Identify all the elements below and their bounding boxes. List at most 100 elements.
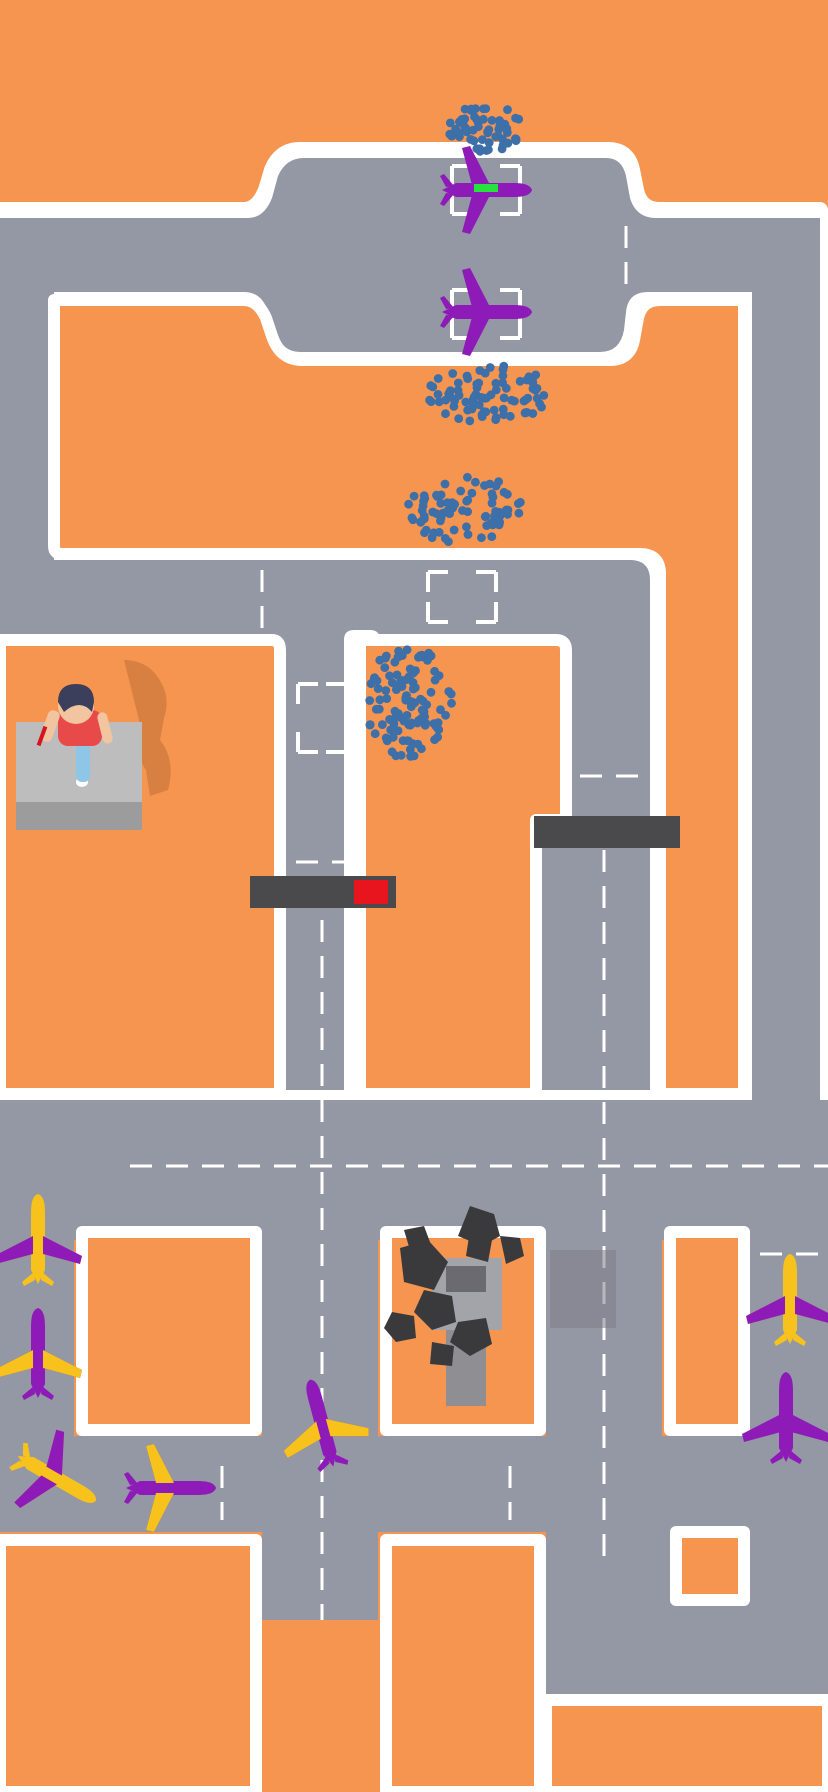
passenger bbox=[380, 663, 390, 672]
passenger bbox=[449, 525, 459, 535]
gate-left-red-light bbox=[354, 880, 388, 904]
passenger bbox=[477, 412, 487, 421]
passenger bbox=[371, 704, 381, 714]
passenger bbox=[414, 652, 423, 662]
passenger bbox=[420, 494, 430, 503]
passenger bbox=[433, 390, 443, 399]
passenger bbox=[373, 684, 383, 693]
passenger bbox=[446, 689, 456, 699]
passenger bbox=[441, 395, 450, 405]
passenger bbox=[433, 374, 443, 383]
passenger bbox=[385, 715, 394, 724]
passenger bbox=[434, 527, 444, 537]
passenger bbox=[484, 125, 494, 135]
passenger bbox=[404, 736, 413, 746]
passenger bbox=[454, 414, 464, 423]
passenger bbox=[469, 136, 479, 146]
passenger bbox=[474, 378, 484, 388]
passenger bbox=[426, 651, 436, 661]
passenger bbox=[463, 530, 473, 539]
passenger bbox=[426, 687, 436, 697]
passenger bbox=[484, 145, 493, 155]
passenger bbox=[455, 128, 465, 138]
passenger bbox=[495, 116, 504, 125]
passenger bbox=[487, 489, 497, 499]
passenger bbox=[408, 684, 418, 694]
passenger bbox=[413, 739, 423, 749]
passenger bbox=[503, 105, 512, 114]
passenger bbox=[442, 498, 452, 508]
passenger bbox=[434, 725, 444, 735]
passenger bbox=[375, 655, 385, 665]
passenger bbox=[385, 671, 394, 681]
passenger bbox=[416, 517, 426, 527]
passenger bbox=[453, 386, 463, 395]
passenger bbox=[487, 532, 497, 541]
passenger bbox=[434, 671, 444, 680]
passenger bbox=[409, 491, 419, 501]
passenger bbox=[425, 395, 434, 405]
passenger bbox=[495, 518, 505, 527]
passenger bbox=[480, 481, 489, 490]
passenger bbox=[390, 657, 400, 667]
passenger bbox=[457, 115, 467, 124]
passenger bbox=[480, 368, 490, 378]
passenger bbox=[471, 104, 480, 114]
passenger bbox=[531, 370, 541, 380]
passenger bbox=[503, 138, 513, 148]
passenger bbox=[441, 409, 450, 419]
passenger bbox=[381, 733, 391, 743]
passenger bbox=[460, 104, 470, 114]
passenger bbox=[532, 384, 542, 393]
passenger bbox=[405, 664, 415, 674]
passenger bbox=[436, 516, 445, 526]
passenger bbox=[447, 698, 456, 708]
passenger bbox=[465, 416, 475, 426]
passenger bbox=[404, 499, 413, 509]
passenger bbox=[463, 495, 473, 505]
passenger bbox=[479, 114, 488, 124]
passenger bbox=[494, 124, 504, 134]
passenger bbox=[449, 402, 459, 411]
passenger bbox=[514, 499, 523, 508]
passenger bbox=[445, 129, 455, 139]
passenger bbox=[501, 383, 511, 393]
passenger bbox=[463, 374, 473, 384]
passenger bbox=[477, 533, 486, 543]
gate-left[interactable] bbox=[250, 876, 396, 908]
passenger bbox=[514, 508, 524, 518]
game-stage[interactable] bbox=[0, 0, 828, 1792]
passenger bbox=[511, 136, 521, 146]
passenger bbox=[426, 381, 436, 391]
passenger bbox=[489, 405, 499, 415]
passenger bbox=[407, 513, 417, 523]
passenger bbox=[443, 506, 453, 515]
passenger bbox=[372, 676, 382, 685]
passenger bbox=[523, 393, 533, 403]
passenger bbox=[463, 472, 472, 482]
passenger bbox=[432, 490, 441, 500]
passenger bbox=[479, 104, 488, 114]
passenger bbox=[491, 413, 501, 422]
passenger bbox=[487, 116, 497, 125]
passenger bbox=[503, 509, 512, 519]
passenger bbox=[471, 477, 480, 487]
passenger bbox=[487, 498, 497, 508]
passenger bbox=[511, 113, 520, 123]
passenger bbox=[448, 369, 458, 378]
passenger bbox=[503, 489, 512, 499]
passenger bbox=[499, 393, 509, 403]
passenger bbox=[386, 725, 396, 735]
passenger bbox=[462, 522, 471, 532]
gate-right[interactable] bbox=[534, 816, 680, 848]
airport-map[interactable] bbox=[0, 0, 828, 1792]
passenger bbox=[399, 716, 409, 726]
passenger bbox=[463, 507, 472, 516]
passenger bbox=[481, 511, 491, 521]
passenger bbox=[467, 404, 477, 414]
passenger bbox=[445, 118, 455, 128]
passenger bbox=[421, 525, 431, 535]
passenger bbox=[474, 122, 483, 132]
passenger bbox=[491, 481, 501, 491]
passenger bbox=[387, 747, 397, 757]
